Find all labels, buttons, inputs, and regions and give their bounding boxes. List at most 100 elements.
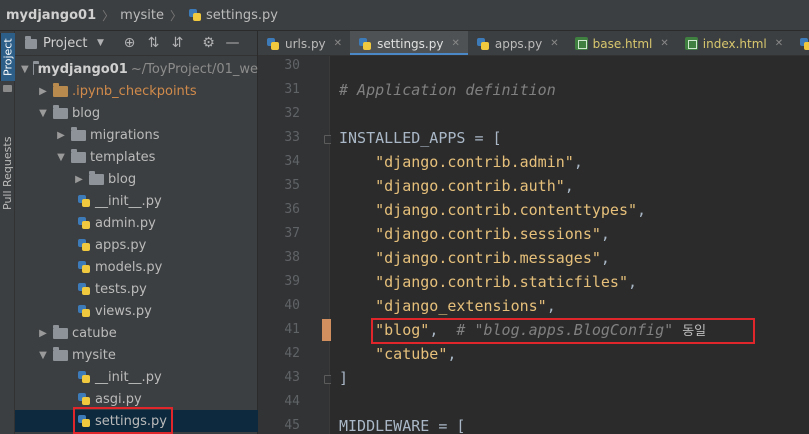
folder-icon	[71, 127, 86, 141]
line-number: 31	[284, 82, 300, 97]
project-tool-tab[interactable]: Project	[0, 33, 15, 81]
collapse-all-icon[interactable]: ⇵	[170, 35, 184, 51]
python-file-icon	[77, 238, 91, 252]
chevron-down-icon[interactable]: ▼	[37, 350, 49, 361]
chevron-right-icon[interactable]: ▶	[37, 86, 49, 97]
python-file-icon	[188, 8, 202, 22]
tab-urls[interactable]: urls.py ✕	[258, 31, 350, 55]
tree-item-mydjango01[interactable]: ▼ mydjango01 ~/ToyProject/01_we	[15, 58, 258, 80]
breadcrumb-file[interactable]: settings.py	[188, 8, 278, 23]
code-line-36: "django.contrib.contenttypes",	[375, 201, 647, 219]
line-number: 36	[284, 202, 300, 217]
settings-highlight-box	[73, 407, 173, 434]
folder-icon	[53, 347, 68, 361]
folder-icon	[71, 149, 86, 163]
python-file-icon	[77, 370, 91, 384]
string-literal: "django.contrib.sessions"	[375, 225, 601, 243]
code-line-35: "django.contrib.auth",	[375, 177, 574, 195]
folder-icon	[53, 325, 68, 339]
close-icon[interactable]: ✕	[334, 38, 342, 49]
code-line-39: "django.contrib.staticfiles",	[375, 273, 638, 291]
string-literal: "django.contrib.admin"	[375, 153, 574, 171]
python-file-icon	[77, 392, 91, 406]
tab-index-html[interactable]: index.html ✕	[677, 31, 791, 55]
tool-window-strip: Project Pull Requests	[0, 31, 15, 434]
code-line-37: "django.contrib.sessions",	[375, 225, 610, 243]
line-number: 34	[284, 154, 300, 169]
chevron-down-icon[interactable]: ▼	[55, 152, 67, 163]
tab-base-html[interactable]: base.html ✕	[567, 31, 677, 55]
hide-panel-icon[interactable]: —	[225, 35, 239, 51]
folder-icon	[89, 171, 104, 185]
editor-gutter: 30 31 32 33 34 35 36 37 38 39 40 41 42 4…	[258, 56, 333, 434]
line-number: 33	[284, 130, 300, 145]
editor-tabs: urls.py ✕ settings.py ✕ apps.py ✕ base.h…	[258, 31, 809, 56]
python-file-icon	[77, 194, 91, 208]
line-number: 43	[284, 370, 300, 385]
view-dropdown-icon[interactable]: ▼	[93, 38, 107, 48]
python-file-icon	[799, 37, 809, 51]
tree-item-views[interactable]: views.py	[15, 300, 258, 322]
tree-item-apps[interactable]: apps.py	[15, 234, 258, 256]
code-line-42: "catube",	[375, 345, 457, 363]
python-file-icon	[358, 37, 372, 51]
change-marker[interactable]	[322, 319, 331, 341]
line-number: 32	[284, 106, 300, 121]
chevron-down-icon[interactable]: ▼	[37, 108, 49, 119]
breadcrumb-folder[interactable]: mysite	[120, 8, 164, 23]
breadcrumb-separator: 〉	[170, 8, 183, 23]
line-number: 45	[284, 418, 300, 433]
code-line-34: "django.contrib.admin",	[375, 153, 583, 171]
close-icon[interactable]: ✕	[660, 38, 668, 49]
gear-icon[interactable]: ⚙	[201, 35, 215, 51]
python-file-icon	[77, 260, 91, 274]
expand-all-icon[interactable]: ⇅	[146, 35, 160, 51]
project-view-icon	[25, 35, 37, 49]
line-number: 39	[284, 274, 300, 289]
locate-file-icon[interactable]: ⊕	[122, 35, 136, 51]
chevron-down-icon[interactable]: ▼	[21, 64, 29, 75]
tree-item-admin[interactable]: admin.py	[15, 212, 258, 234]
operator: = [	[429, 417, 466, 434]
structure-icon[interactable]	[3, 85, 12, 92]
close-icon[interactable]: ✕	[550, 38, 558, 49]
code-line-43: ]	[339, 366, 348, 390]
tab-settings[interactable]: settings.py ✕	[350, 31, 468, 55]
tree-item-catube[interactable]: ▶ catube	[15, 322, 258, 344]
tree-item-blog-init[interactable]: __init__.py	[15, 190, 258, 212]
tab-apps[interactable]: apps.py ✕	[468, 31, 567, 55]
close-icon[interactable]: ✕	[451, 38, 459, 49]
tree-item-models[interactable]: models.py	[15, 256, 258, 278]
tree-item-templates-blog[interactable]: ▶ blog	[15, 168, 258, 190]
python-file-icon	[77, 216, 91, 230]
tab-views[interactable]: views	[791, 31, 809, 55]
code-editor[interactable]: # Application definition INSTALLED_APPS …	[331, 56, 809, 434]
line-number: 41	[284, 322, 300, 337]
breadcrumb-project[interactable]: mydjango01	[6, 8, 96, 23]
project-panel-header: Project ▼ ⊕ ⇅ ⇵ ⚙ —	[15, 31, 257, 56]
close-icon[interactable]: ✕	[775, 38, 783, 49]
code-line-45: MIDDLEWARE = [	[339, 414, 465, 434]
code-line-38: "django.contrib.messages",	[375, 249, 610, 267]
project-panel-title[interactable]: Project	[43, 36, 87, 51]
tree-item-ipynb-checkpoints[interactable]: ▶ .ipynb_checkpoints	[15, 80, 258, 102]
tree-item-blog[interactable]: ▼ blog	[15, 102, 258, 124]
tree-item-tests[interactable]: tests.py	[15, 278, 258, 300]
tree-item-mysite-init[interactable]: __init__.py	[15, 366, 258, 388]
operator: = [	[465, 129, 502, 147]
chevron-right-icon[interactable]: ▶	[55, 130, 67, 141]
chevron-right-icon[interactable]: ▶	[73, 174, 85, 185]
project-panel: Project ▼ ⊕ ⇅ ⇵ ⚙ — ▼ mydjango01 ~/ToyPr…	[15, 31, 258, 434]
tree-item-migrations[interactable]: ▶ migrations	[15, 124, 258, 146]
html-file-icon	[684, 37, 698, 50]
string-literal: "django.contrib.staticfiles"	[375, 273, 628, 291]
html-file-icon	[574, 37, 588, 50]
folder-icon	[32, 61, 39, 75]
chevron-right-icon[interactable]: ▶	[37, 328, 49, 339]
tree-item-mysite[interactable]: ▼ mysite	[15, 344, 258, 366]
folder-icon	[53, 83, 68, 97]
breadcrumb-separator: 〉	[102, 8, 115, 23]
tree-item-templates[interactable]: ▼ templates	[15, 146, 258, 168]
pull-requests-tool-tab[interactable]: Pull Requests	[0, 111, 15, 236]
identifier: INSTALLED_APPS	[339, 129, 466, 147]
